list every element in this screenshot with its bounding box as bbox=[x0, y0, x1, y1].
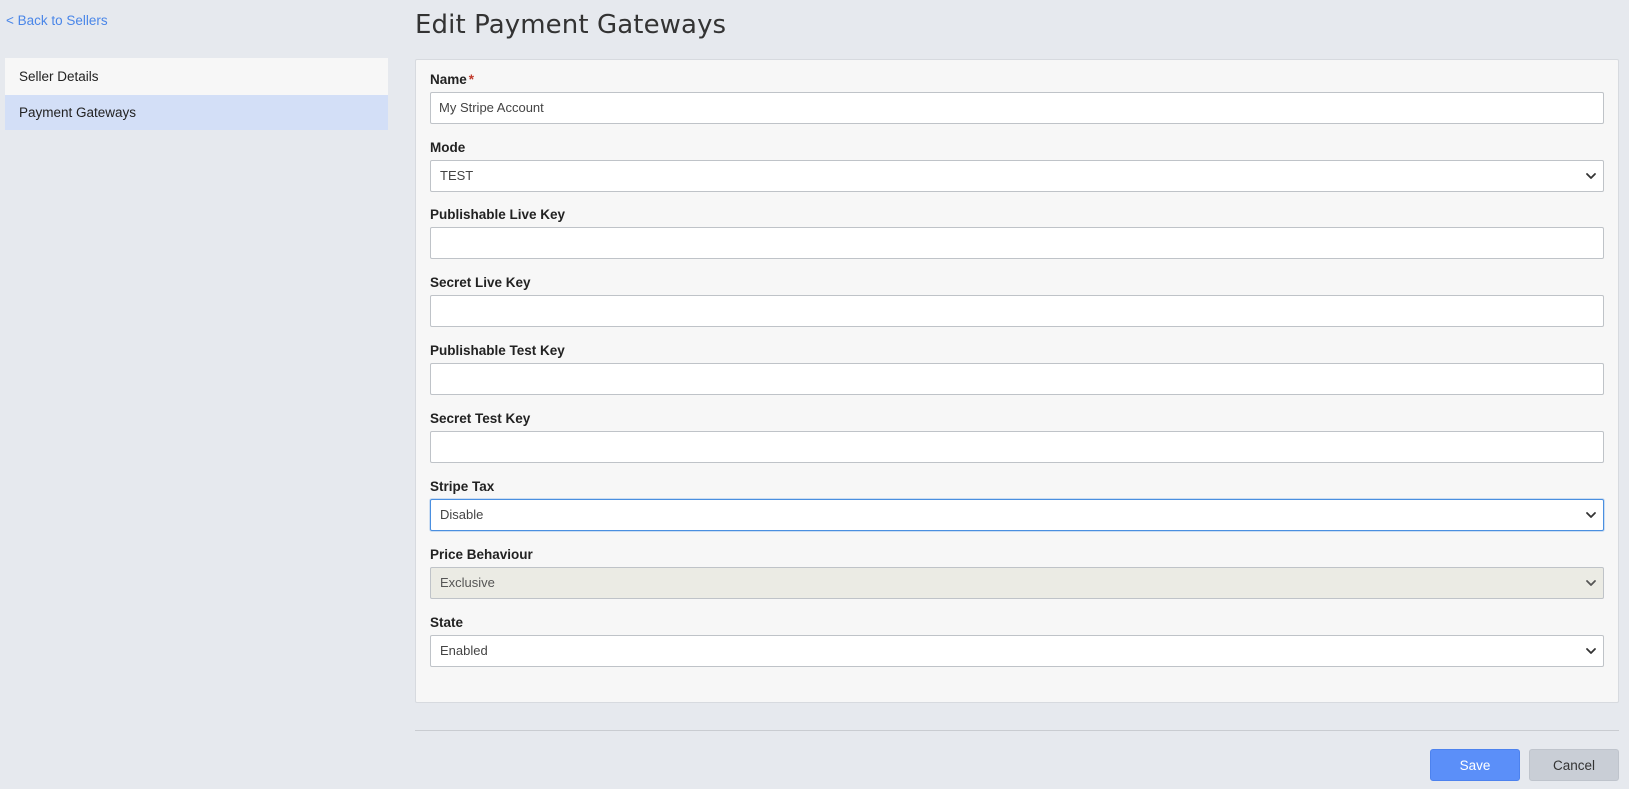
publishable-test-key-field: Publishable Test Key bbox=[430, 343, 1604, 395]
stripe-tax-field: Stripe Tax Disable bbox=[430, 479, 1604, 531]
chevron-down-icon bbox=[1586, 580, 1596, 586]
chevron-down-icon bbox=[1586, 173, 1596, 179]
mode-field: Mode TEST bbox=[430, 140, 1604, 192]
mode-label: Mode bbox=[430, 140, 466, 155]
state-select[interactable]: Enabled bbox=[430, 635, 1604, 667]
sidebar-nav: Seller Details Payment Gateways bbox=[5, 58, 388, 130]
secret-live-key-label: Secret Live Key bbox=[430, 275, 531, 290]
sidebar-item-payment-gateways[interactable]: Payment Gateways bbox=[5, 95, 388, 130]
publishable-test-key-input[interactable] bbox=[430, 363, 1604, 395]
footer-divider bbox=[415, 730, 1619, 731]
secret-live-key-input[interactable] bbox=[430, 295, 1604, 327]
state-selected-value: Enabled bbox=[440, 643, 488, 658]
state-label: State bbox=[430, 615, 464, 630]
stripe-tax-select[interactable]: Disable bbox=[430, 499, 1604, 531]
required-marker: * bbox=[468, 72, 475, 87]
publishable-live-key-input[interactable] bbox=[430, 227, 1604, 259]
payment-gateway-form: Name * My Stripe Account Mode TEST Publis… bbox=[415, 59, 1619, 703]
chevron-down-icon bbox=[1586, 648, 1596, 654]
state-field: State Enabled bbox=[430, 615, 1604, 667]
cancel-button[interactable]: Cancel bbox=[1529, 749, 1619, 781]
price-behaviour-selected-value: Exclusive bbox=[440, 575, 495, 590]
publishable-live-key-label: Publishable Live Key bbox=[430, 207, 566, 222]
save-button[interactable]: Save bbox=[1430, 749, 1520, 781]
secret-test-key-field: Secret Test Key bbox=[430, 411, 1604, 463]
publishable-test-key-label: Publishable Test Key bbox=[430, 343, 565, 358]
chevron-down-icon bbox=[1586, 512, 1596, 518]
mode-selected-value: TEST bbox=[440, 168, 474, 183]
name-input[interactable]: My Stripe Account bbox=[430, 92, 1604, 124]
sidebar-item-seller-details[interactable]: Seller Details bbox=[5, 58, 388, 95]
publishable-live-key-field: Publishable Live Key bbox=[430, 207, 1604, 259]
price-behaviour-label: Price Behaviour bbox=[430, 547, 533, 562]
page-title: Edit Payment Gateways bbox=[415, 10, 727, 40]
mode-select[interactable]: TEST bbox=[430, 160, 1604, 192]
stripe-tax-selected-value: Disable bbox=[440, 507, 484, 522]
price-behaviour-select: Exclusive bbox=[430, 567, 1604, 599]
secret-test-key-label: Secret Test Key bbox=[430, 411, 531, 426]
back-to-sellers-link[interactable]: < Back to Sellers bbox=[6, 13, 108, 28]
name-field: Name * My Stripe Account bbox=[430, 72, 1604, 124]
name-label: Name * bbox=[430, 72, 475, 87]
stripe-tax-label: Stripe Tax bbox=[430, 479, 495, 494]
secret-live-key-field: Secret Live Key bbox=[430, 275, 1604, 327]
secret-test-key-input[interactable] bbox=[430, 431, 1604, 463]
price-behaviour-field: Price Behaviour Exclusive bbox=[430, 547, 1604, 599]
